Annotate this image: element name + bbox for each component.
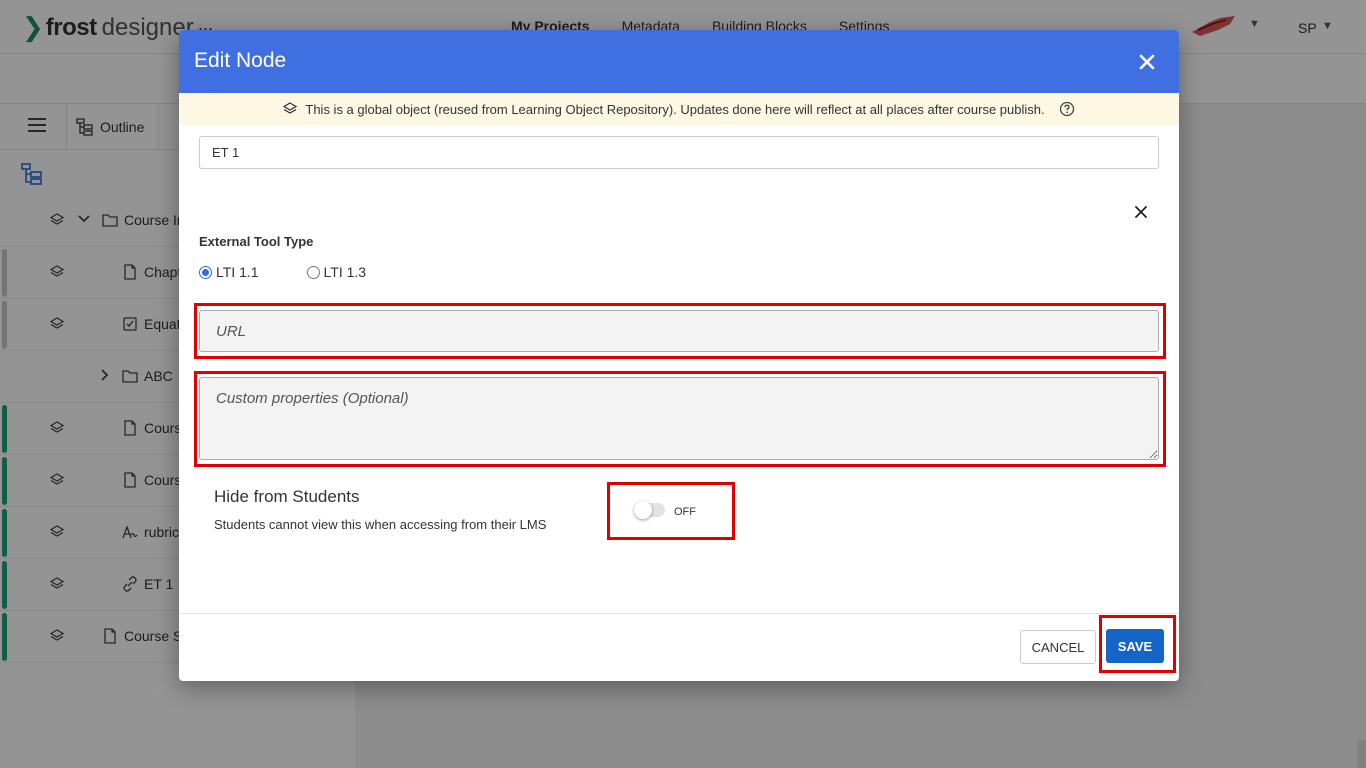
toggle-knob bbox=[634, 501, 652, 519]
close-icon[interactable] bbox=[1134, 205, 1148, 219]
layers-icon bbox=[283, 102, 298, 114]
hide-from-students-description: Students cannot view this when accessing… bbox=[214, 517, 547, 532]
global-object-banner: This is a global object (reused from Lea… bbox=[179, 93, 1179, 125]
highlight-box bbox=[607, 482, 735, 540]
radio-lti-1-1[interactable]: LTI 1.1 bbox=[199, 264, 259, 280]
radio-checked-icon[interactable] bbox=[199, 265, 212, 279]
close-icon[interactable] bbox=[1137, 52, 1157, 72]
help-icon[interactable] bbox=[1059, 101, 1075, 117]
url-input[interactable] bbox=[199, 310, 1159, 352]
node-title-input[interactable] bbox=[199, 136, 1159, 169]
external-tool-type-label: External Tool Type bbox=[199, 234, 314, 249]
hide-from-students-toggle[interactable] bbox=[634, 501, 665, 519]
radio-lti-1-1-label: LTI 1.1 bbox=[216, 264, 259, 280]
cancel-button[interactable]: CANCEL bbox=[1020, 630, 1096, 664]
custom-properties-textarea[interactable] bbox=[199, 377, 1159, 460]
radio-lti-1-3[interactable]: LTI 1.3 bbox=[306, 264, 367, 280]
toggle-state-label: OFF bbox=[674, 506, 696, 518]
edit-node-dialog: Edit Node This is a global object (reuse… bbox=[179, 30, 1179, 681]
banner-text: This is a global object (reused from Lea… bbox=[305, 101, 1045, 117]
dialog-header: Edit Node bbox=[179, 30, 1179, 93]
save-button[interactable]: SAVE bbox=[1106, 629, 1164, 663]
hide-from-students-title: Hide from Students bbox=[214, 487, 360, 506]
external-tool-type-radio-group: LTI 1.1 LTI 1.3 bbox=[199, 264, 366, 280]
radio-unchecked-icon[interactable] bbox=[306, 265, 320, 279]
radio-lti-1-3-label: LTI 1.3 bbox=[323, 264, 367, 280]
dialog-title: Edit Node bbox=[194, 49, 287, 72]
